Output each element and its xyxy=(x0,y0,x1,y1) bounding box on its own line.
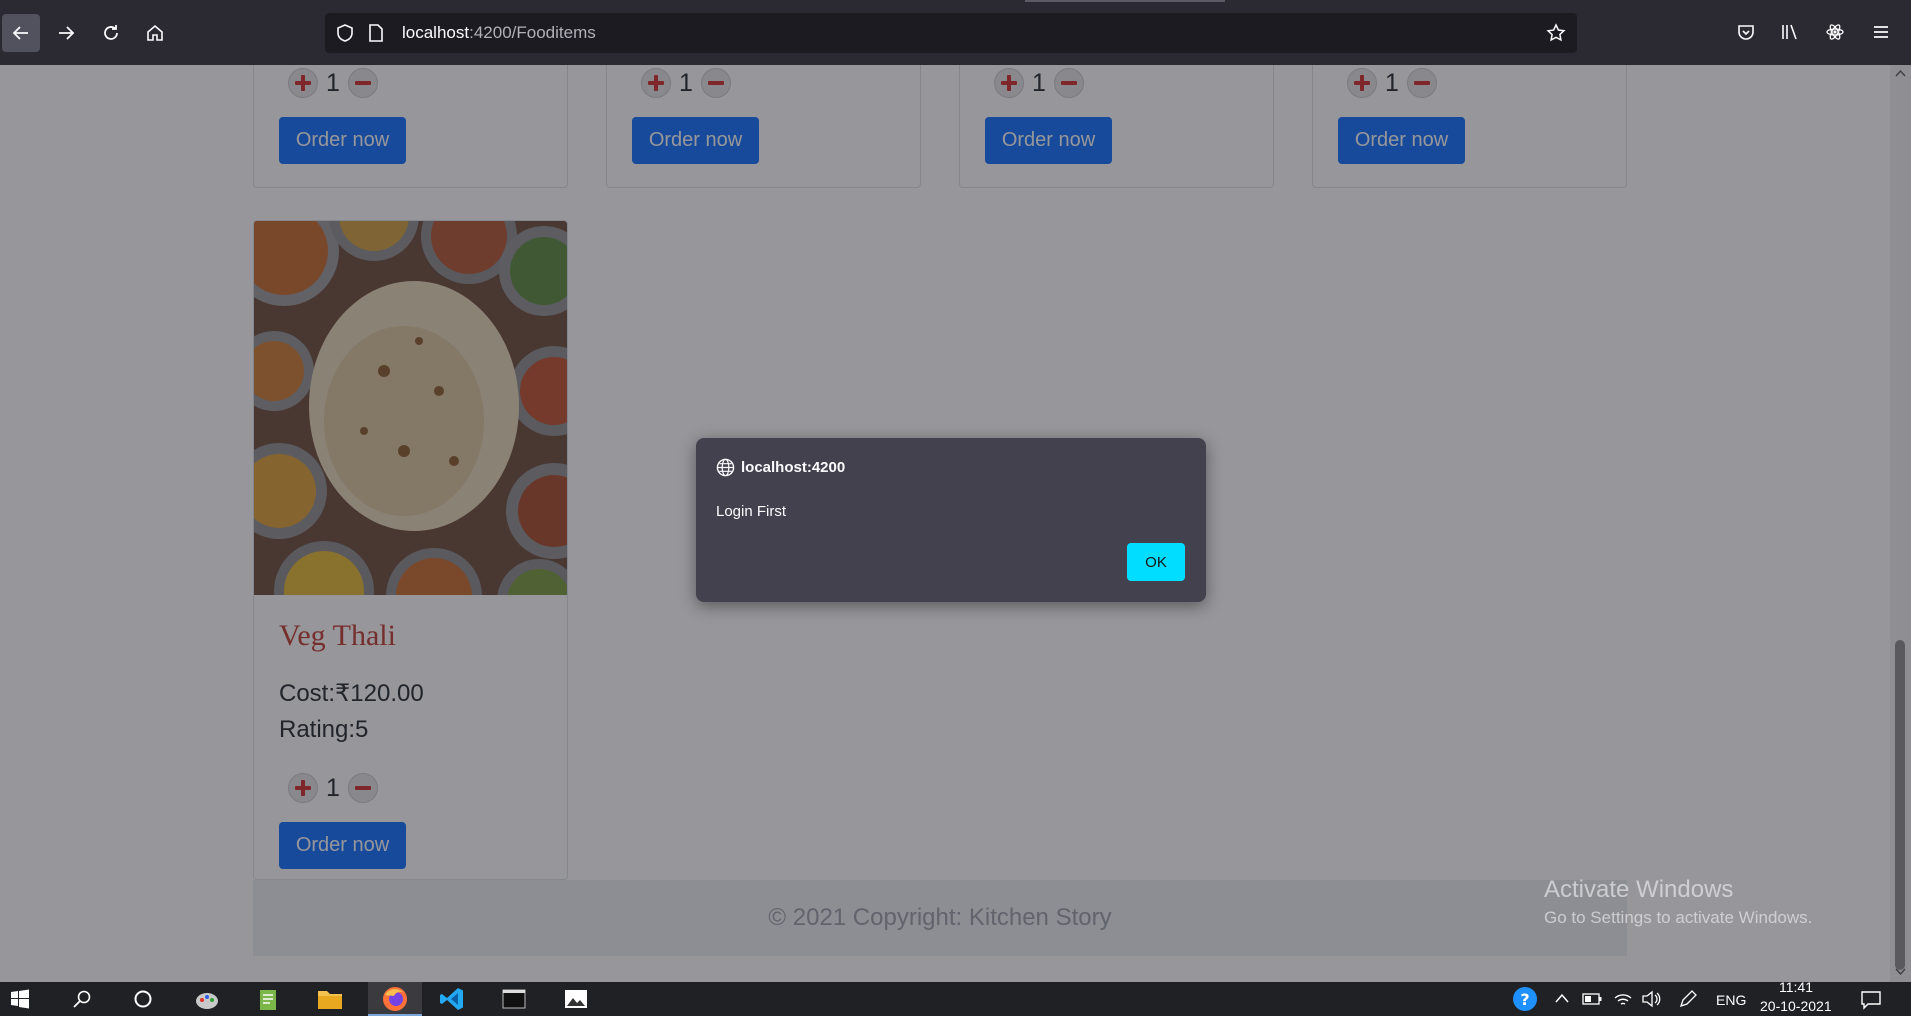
taskbar-app-terminal[interactable] xyxy=(492,982,536,1016)
paint-icon xyxy=(196,993,218,1009)
url-host: localhost xyxy=(402,23,470,42)
folder-icon xyxy=(318,991,342,1009)
svg-text:?: ? xyxy=(1520,990,1529,1009)
forward-button[interactable] xyxy=(47,14,85,52)
cortana-icon xyxy=(134,990,152,1008)
vscode-icon xyxy=(440,988,463,1010)
star-icon[interactable] xyxy=(1546,23,1566,43)
taskbar-app-firefox[interactable] xyxy=(368,982,422,1016)
clock-time[interactable]: 11:41 xyxy=(1779,979,1813,995)
search-icon xyxy=(73,990,91,1008)
chevron-up-icon[interactable] xyxy=(1554,992,1570,1004)
home-button[interactable] xyxy=(136,14,174,52)
arrow-left-icon xyxy=(12,26,28,40)
cortana-button[interactable] xyxy=(123,982,163,1016)
photos-icon xyxy=(565,990,587,1008)
page-icon[interactable] xyxy=(367,23,385,43)
home-icon xyxy=(147,24,163,41)
pen-icon[interactable] xyxy=(1678,989,1698,1009)
reload-icon xyxy=(104,25,118,40)
start-button[interactable] xyxy=(0,982,40,1016)
terminal-icon xyxy=(502,989,526,1009)
menu-icon[interactable] xyxy=(1871,22,1891,42)
library-icon[interactable] xyxy=(1780,22,1800,42)
globe-icon xyxy=(716,458,735,477)
help-icon[interactable]: ? xyxy=(1512,986,1538,1012)
wifi-icon[interactable] xyxy=(1613,990,1633,1008)
taskbar-app-vscode[interactable] xyxy=(430,982,474,1016)
taskbar-app-paint[interactable] xyxy=(185,982,229,1016)
watermark-subtitle: Go to Settings to activate Windows. xyxy=(1544,908,1813,927)
taskbar-app-file-explorer[interactable] xyxy=(308,982,352,1016)
pocket-icon[interactable] xyxy=(1736,22,1756,42)
url-bar[interactable]: localhost:4200/Fooditems xyxy=(325,13,1577,53)
clock-date[interactable]: 20-10-2021 xyxy=(1760,998,1832,1014)
arrow-right-icon xyxy=(59,26,75,40)
notification-icon[interactable] xyxy=(1860,990,1882,1010)
url-path: :4200/Fooditems xyxy=(469,23,596,42)
ok-button[interactable]: OK xyxy=(1127,543,1185,581)
dialog-message: Login First xyxy=(716,503,787,520)
notepad-icon xyxy=(260,990,276,1010)
search-button[interactable] xyxy=(62,982,102,1016)
activate-windows-watermark: Activate Windows Go to Settings to activ… xyxy=(1544,876,1812,928)
taskbar-app-photos[interactable] xyxy=(554,982,598,1016)
alert-dialog: localhost:4200 Login First OK xyxy=(696,438,1206,602)
dialog-host: localhost:4200 xyxy=(741,459,846,476)
watermark-title: Activate Windows xyxy=(1544,876,1734,903)
windows-logo-icon xyxy=(11,989,29,1009)
back-button[interactable] xyxy=(2,14,40,52)
battery-icon[interactable] xyxy=(1582,992,1602,1006)
tab-indicator xyxy=(1025,0,1225,2)
shield-icon[interactable] xyxy=(335,23,355,43)
windows-taskbar: ? ENG 11:41 20-10-2021 xyxy=(0,979,1911,1016)
volume-icon[interactable] xyxy=(1641,990,1661,1008)
browser-toolbar: localhost:4200/Fooditems xyxy=(0,0,1911,65)
firefox-icon xyxy=(383,987,407,1011)
language-indicator[interactable]: ENG xyxy=(1716,992,1746,1008)
taskbar-app-notepad[interactable] xyxy=(246,982,290,1016)
react-devtools-icon[interactable] xyxy=(1825,22,1845,42)
reload-button[interactable] xyxy=(92,14,130,52)
url-text[interactable]: localhost:4200/Fooditems xyxy=(402,23,596,43)
